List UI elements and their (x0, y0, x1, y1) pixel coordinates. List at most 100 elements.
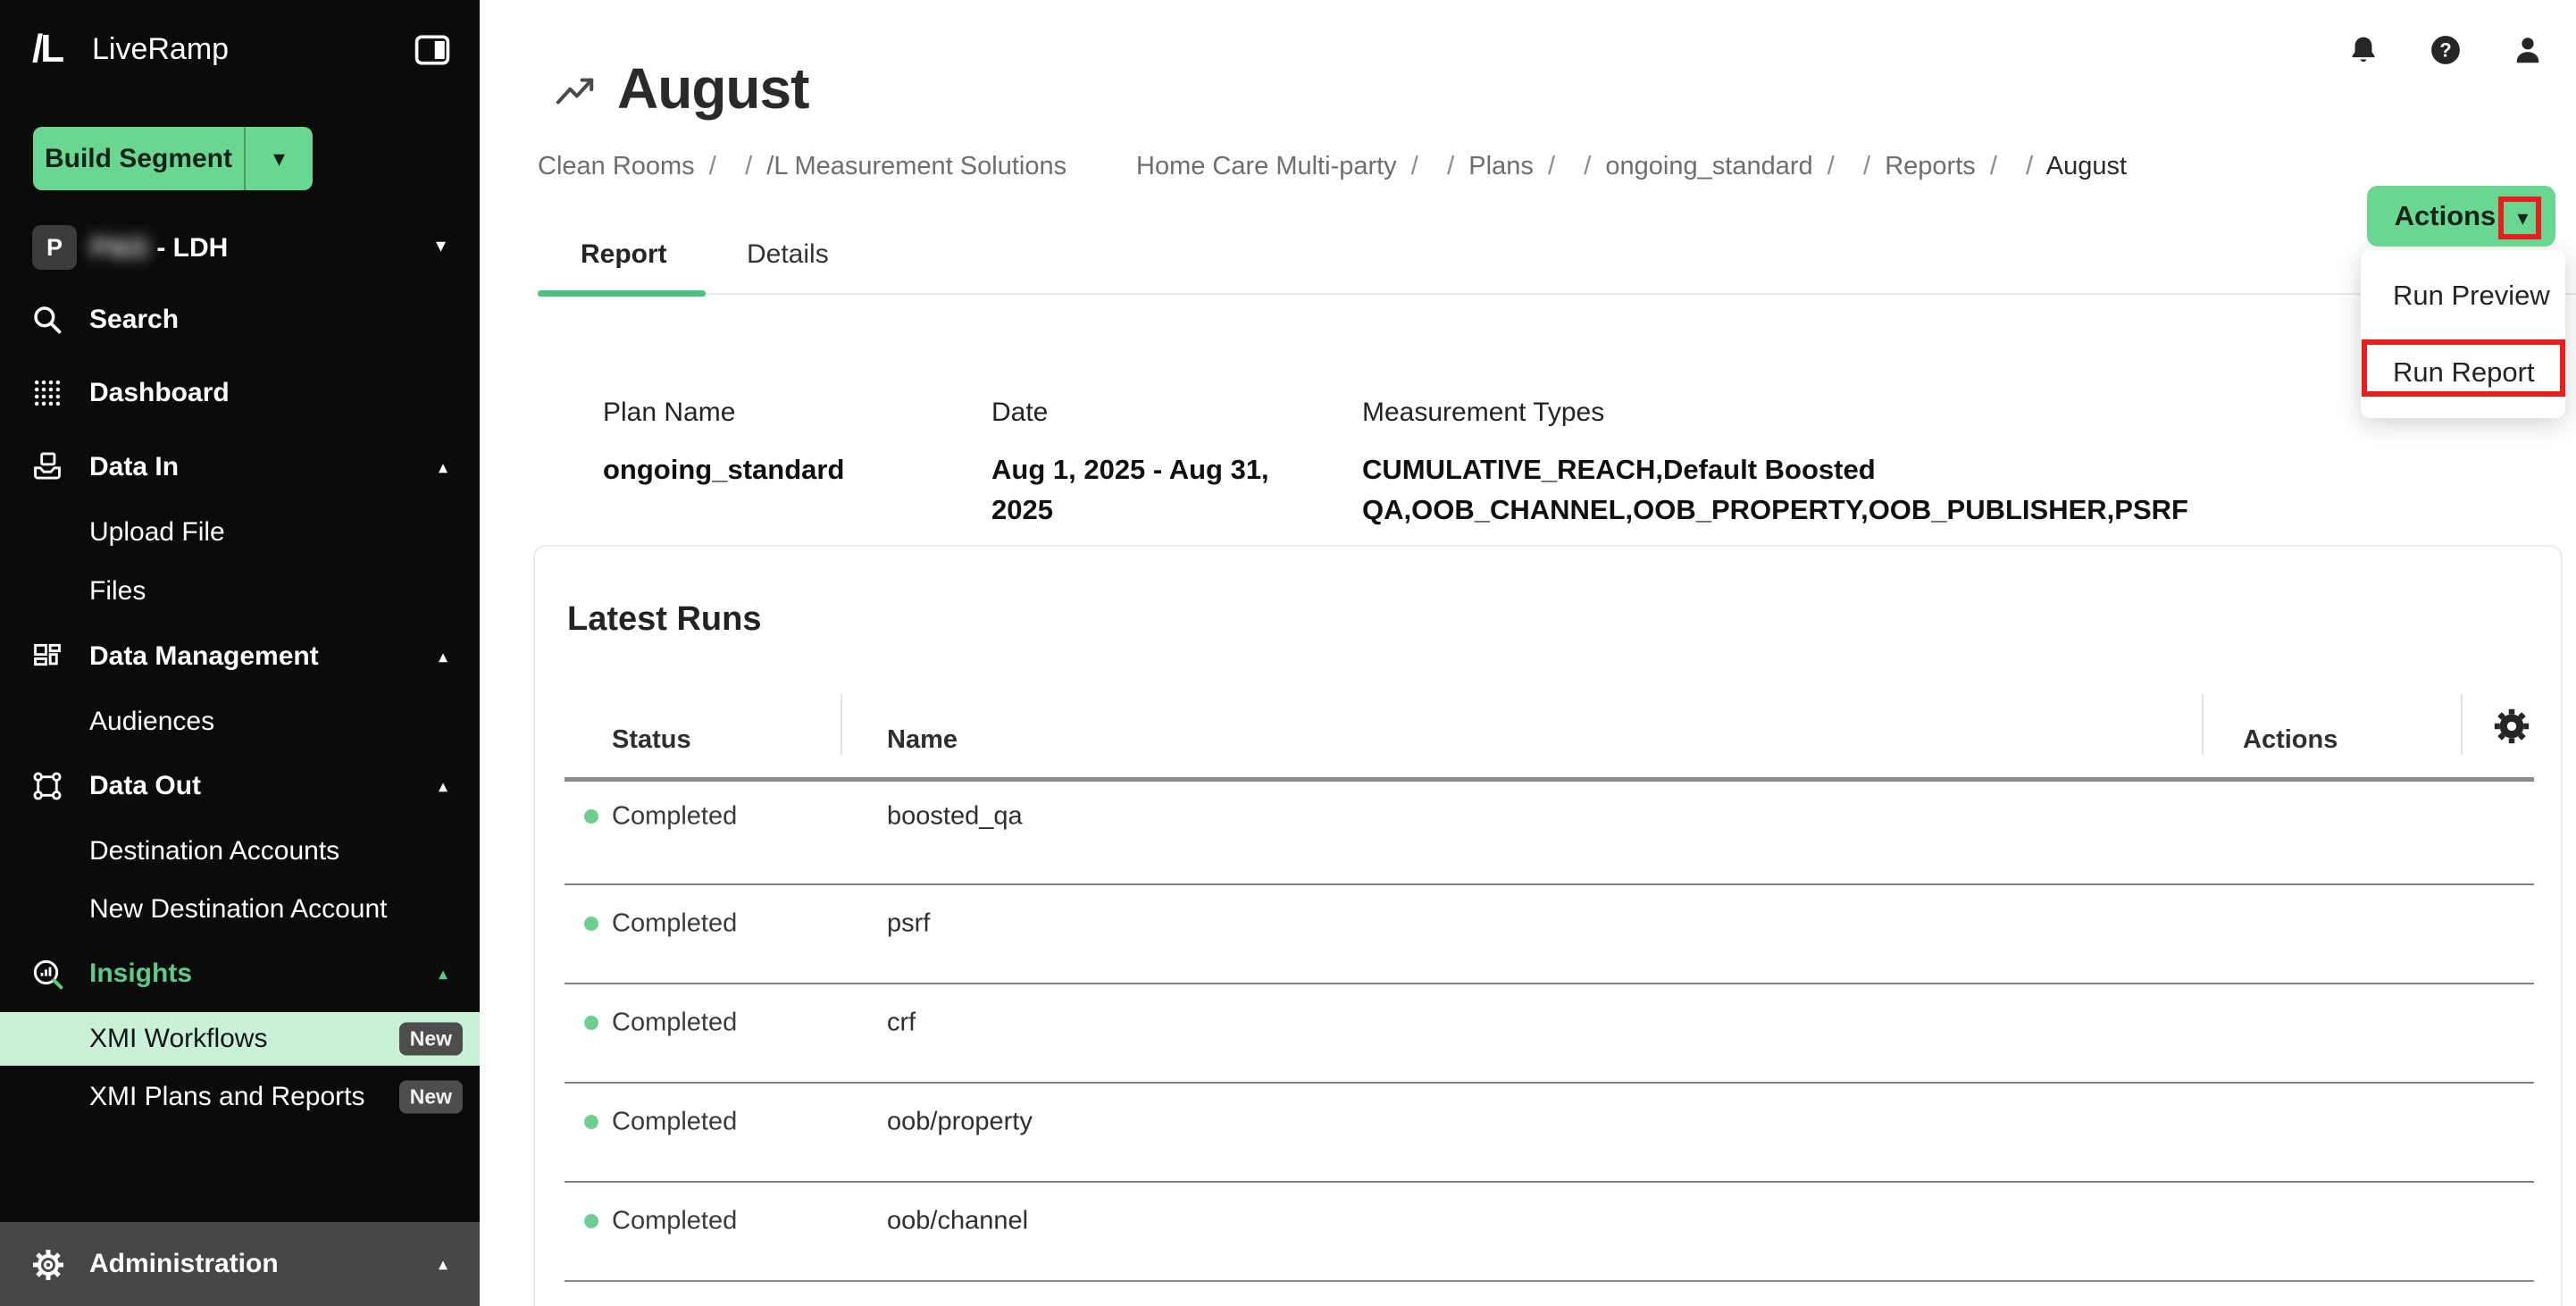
sidebar-item-search[interactable]: Search (0, 293, 480, 347)
build-segment-button[interactable]: Build Segment ▾ (33, 127, 313, 190)
sidebar-item-label: Data Management (89, 641, 319, 672)
account-switcher[interactable]: P P&G - LDH ▾ (0, 223, 480, 273)
main-content: ? August Clean Rooms/L Measurement Solut… (480, 0, 2576, 1306)
breadcrumb-item[interactable]: Plans (1468, 152, 1569, 180)
new-badge: New (399, 1023, 463, 1056)
tab-report[interactable]: Report (581, 239, 667, 270)
sidebar-item-administration[interactable]: Administration ▴ (0, 1222, 480, 1306)
breadcrumb-right: Home Care Multi-party Plans ongoing_standa… (1136, 152, 2127, 181)
search-icon (30, 303, 64, 337)
column-header-actions: Actions (2243, 725, 2338, 755)
sidebar-item-data-out[interactable]: Data Out ▴ (0, 759, 480, 813)
run-row[interactable]: Completed crf (565, 987, 2534, 1059)
sidebar-item-data-management[interactable]: Data Management ▴ (0, 630, 480, 683)
administration-row[interactable]: Administration ▴ (0, 1237, 480, 1291)
top-toolbar: ? (2347, 34, 2544, 66)
table-settings-gear-icon[interactable] (2491, 706, 2532, 747)
sidebar-item-label: Files (89, 576, 146, 607)
run-row[interactable]: Completed oob/property (565, 1086, 2534, 1158)
row-divider (565, 1280, 2534, 1282)
row-divider (565, 983, 2534, 984)
breadcrumb-separator (731, 152, 766, 180)
liveramp-logo-icon: /L (32, 27, 62, 71)
breadcrumb-item[interactable]: Clean Rooms (538, 152, 731, 180)
latest-runs-card: Latest Runs Status Name Actions (533, 545, 2563, 1306)
sidebar-item-label: Data In (89, 452, 179, 482)
sidebar-item-label: New Destination Account (89, 894, 388, 925)
account-name-suffix: - LDH (156, 233, 228, 263)
notifications-bell-icon[interactable] (2347, 34, 2379, 66)
sidebar-item-upload-file[interactable]: Upload File (0, 506, 480, 559)
breadcrumb-item[interactable]: Home Care Multi-party (1136, 152, 1433, 180)
sidebar-collapse-icon[interactable] (413, 30, 452, 70)
page-title: August (617, 55, 808, 121)
sidebar-item-data-in[interactable]: Data In ▴ (0, 440, 480, 494)
chevron-up-icon: ▴ (439, 775, 447, 798)
row-divider (565, 1181, 2534, 1183)
gear-icon (30, 1247, 64, 1281)
trending-up-icon (551, 72, 599, 113)
sidebar-item-label: Search (89, 305, 179, 335)
account-name: P&G - LDH (91, 233, 228, 264)
run-status: Completed (612, 802, 737, 832)
sidebar-item-label: Insights (89, 959, 192, 989)
breadcrumb-separator (1849, 152, 1885, 180)
status-dot-icon (584, 1115, 598, 1129)
run-status: Completed (612, 909, 737, 939)
tab-bar-divider (538, 293, 2576, 295)
run-name: boosted_qa (887, 802, 1023, 832)
chevron-up-icon: ▴ (439, 456, 447, 479)
breadcrumb-left: Clean Rooms/L Measurement Solutions (538, 152, 1066, 181)
chevron-up-icon: ▴ (439, 963, 447, 985)
actions-button[interactable]: Actions ▾ (2367, 186, 2555, 247)
chevron-up-icon: ▴ (439, 646, 447, 668)
data-management-icon (30, 640, 64, 674)
page-header: August (551, 55, 808, 121)
run-row[interactable]: Completed psrf (565, 888, 2534, 959)
run-name: oob/property (887, 1108, 1033, 1137)
breadcrumb-item[interactable]: Reports (1885, 152, 2011, 180)
actions-button-label: Actions (2395, 200, 2497, 232)
svg-text:?: ? (2439, 39, 2451, 62)
chevron-down-icon: ▾ (273, 145, 285, 172)
breadcrumb-separator (1569, 152, 1605, 180)
sidebar-item-label: Destination Accounts (89, 836, 339, 866)
insights-icon (30, 957, 64, 991)
tab-details[interactable]: Details (747, 239, 829, 270)
sidebar-item-audiences[interactable]: Audiences (0, 695, 480, 749)
sidebar-item-xmi-plans-and-reports[interactable]: XMI Plans and Reports New (0, 1070, 480, 1124)
build-segment-label: Build Segment (33, 144, 244, 174)
status-dot-icon (584, 809, 598, 824)
measurement-types-field: Measurement Types CUMULATIVE_REACH,Defau… (1362, 398, 2309, 530)
sidebar-item-label: Audiences (89, 707, 214, 737)
data-in-icon (30, 450, 64, 484)
breadcrumb-item[interactable]: /L Measurement Solutions (766, 152, 1066, 180)
breadcrumb-item[interactable]: ongoing_standard (1605, 152, 1849, 180)
chevron-up-icon: ▴ (439, 1253, 447, 1276)
status-dot-icon (584, 1016, 598, 1030)
build-segment-dropdown-caret[interactable]: ▾ (244, 127, 313, 190)
run-name: oob/channel (887, 1207, 1028, 1236)
sidebar-item-destination-accounts[interactable]: Destination Accounts (0, 825, 480, 878)
run-row[interactable]: Completed boosted_qa (565, 781, 2534, 852)
column-divider (2202, 694, 2204, 755)
run-name: crf (887, 1009, 916, 1038)
sidebar-item-xmi-workflows[interactable]: XMI Workflows New (0, 1012, 480, 1066)
sidebar-item-insights[interactable]: Insights ▴ (0, 947, 480, 1000)
sidebar-item-new-destination-account[interactable]: New Destination Account (0, 883, 480, 936)
sidebar-item-label: XMI Plans and Reports (89, 1082, 364, 1112)
user-profile-icon[interactable] (2512, 34, 2544, 66)
sidebar-item-dashboard[interactable]: Dashboard (0, 366, 480, 420)
menu-item-run-preview[interactable]: Run Preview (2361, 257, 2565, 334)
menu-item-run-report[interactable]: Run Report (2361, 334, 2565, 411)
field-value: Aug 1, 2025 - Aug 31, 2025 (991, 449, 1304, 530)
field-label: Plan Name (603, 398, 978, 428)
active-tab-indicator (538, 290, 706, 297)
account-avatar: P (32, 225, 77, 270)
status-dot-icon (584, 1214, 598, 1228)
date-field: Date Aug 1, 2025 - Aug 31, 2025 (991, 398, 1304, 530)
run-row[interactable]: Completed oob/channel (565, 1185, 2534, 1257)
chevron-down-icon[interactable]: ▾ (2517, 205, 2528, 231)
help-icon[interactable]: ? (2430, 34, 2462, 66)
sidebar-item-files[interactable]: Files (0, 565, 480, 618)
